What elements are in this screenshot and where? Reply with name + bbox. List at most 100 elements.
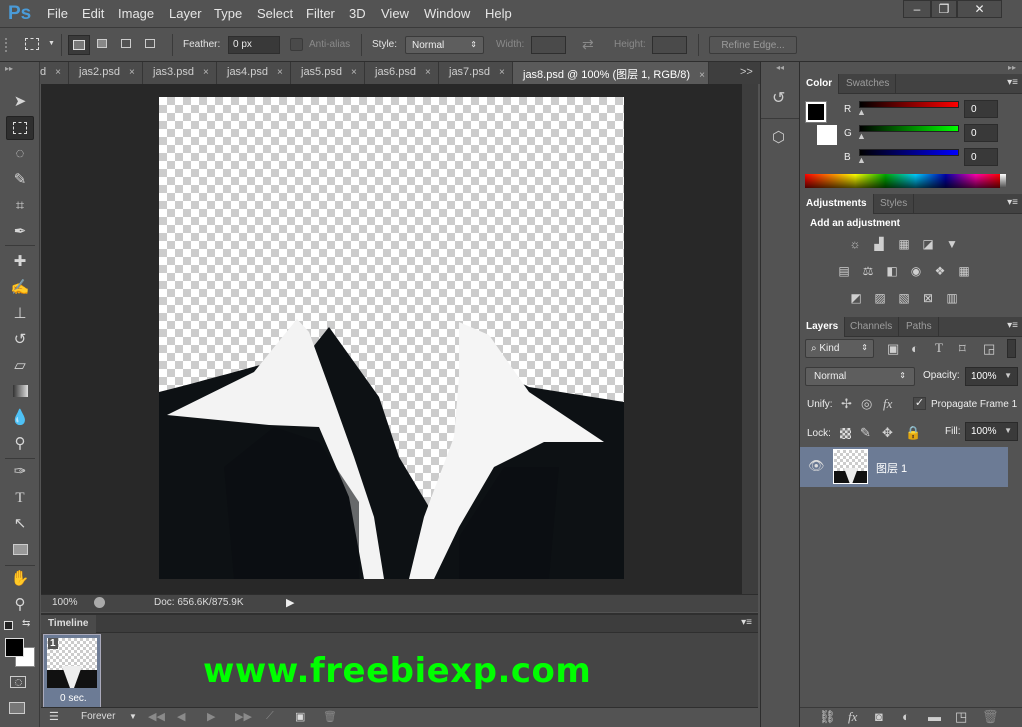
menu-file[interactable]: File xyxy=(47,6,68,21)
tab-doc-1[interactable]: d × xyxy=(40,62,69,84)
collapse-icon[interactable]: ▸▸ xyxy=(5,64,13,73)
menu-edit[interactable]: Edit xyxy=(82,6,104,21)
gradient-map-icon[interactable]: ⊠ xyxy=(920,291,936,305)
move-tool-icon[interactable]: ➤ xyxy=(6,90,34,114)
screen-mode-icon[interactable] xyxy=(9,702,25,714)
healing-brush-tool-icon[interactable]: ✚ xyxy=(6,250,34,274)
rect-marquee-tool-icon[interactable] xyxy=(6,116,34,140)
layer-style-icon[interactable]: fx xyxy=(848,709,857,725)
eyedropper-tool-icon[interactable]: ✒ xyxy=(6,220,34,244)
panel-menu-icon[interactable]: ▾≡ xyxy=(1007,77,1018,88)
3d-panel-icon[interactable]: ⬡ xyxy=(772,128,785,146)
crop-tool-icon[interactable]: ⌗ xyxy=(6,194,34,218)
swap-icon[interactable]: ⇄ xyxy=(582,36,594,53)
tab-color[interactable]: Color xyxy=(800,74,840,94)
slider-thumb-icon[interactable]: ▲ xyxy=(857,155,866,165)
menu-window[interactable]: Window xyxy=(424,6,470,21)
tab-jas6[interactable]: jas6.psd × xyxy=(365,62,439,84)
brush-tool-icon[interactable]: ✍ xyxy=(6,276,34,300)
expand-panels-icon[interactable]: ▸▸ xyxy=(1008,63,1016,72)
b-slider[interactable] xyxy=(859,149,959,156)
menu-layer[interactable]: Layer xyxy=(169,6,202,21)
layer-name[interactable]: 图层 1 xyxy=(876,460,907,476)
menu-select[interactable]: Select xyxy=(257,6,293,21)
fill-input[interactable]: 100% ▼ xyxy=(965,422,1018,441)
intersect-selection-icon[interactable] xyxy=(145,39,155,48)
tab-channels[interactable]: Channels xyxy=(844,317,900,337)
posterize-icon[interactable]: ▨ xyxy=(872,291,888,305)
clone-stamp-tool-icon[interactable]: ⊥ xyxy=(6,302,34,326)
tween-icon[interactable]: ⟋ xyxy=(266,710,274,723)
close-tab-icon[interactable]: × xyxy=(425,67,431,78)
menu-view[interactable]: View xyxy=(381,6,409,21)
minimize-button[interactable]: – xyxy=(903,0,931,18)
threshold-icon[interactable]: ▧ xyxy=(896,291,912,305)
quick-mask-icon[interactable] xyxy=(10,676,26,688)
close-tab-icon[interactable]: × xyxy=(277,67,283,78)
add-to-selection-icon[interactable] xyxy=(97,39,107,48)
layer-filter-select[interactable]: ⌕ Kind ⇕ xyxy=(805,339,874,358)
color-lookup-icon[interactable]: ▦ xyxy=(956,264,972,278)
anti-alias-checkbox[interactable] xyxy=(290,38,303,51)
prev-frame-icon[interactable]: ◀ xyxy=(177,710,185,723)
close-tab-icon[interactable]: × xyxy=(351,67,357,78)
close-tab-icon[interactable]: × xyxy=(499,67,505,78)
unify-visibility-icon[interactable]: ◎ xyxy=(861,396,872,412)
blur-tool-icon[interactable]: 💧 xyxy=(6,406,34,430)
swap-colors-icon[interactable]: ⇆ xyxy=(22,618,30,629)
tab-jas7[interactable]: jas7.psd × xyxy=(439,62,513,84)
default-colors-icon[interactable] xyxy=(4,621,13,630)
close-tab-icon[interactable]: × xyxy=(129,67,135,78)
hand-tool-icon[interactable]: ✋ xyxy=(6,567,34,591)
first-frame-icon[interactable]: ◀◀ xyxy=(148,710,165,723)
pixel-filter-icon[interactable]: ▣ xyxy=(887,341,899,357)
b-value[interactable]: 0 xyxy=(964,148,998,166)
zoom-tool-icon[interactable]: ⚲ xyxy=(6,593,34,617)
levels-icon[interactable]: ▟ xyxy=(871,237,887,251)
close-tab-icon[interactable]: × xyxy=(55,67,61,78)
type-filter-icon[interactable]: T xyxy=(935,340,943,356)
vertical-scrollbar[interactable] xyxy=(742,84,758,594)
tab-jas5[interactable]: jas5.psd × xyxy=(291,62,365,84)
color-balance-icon[interactable]: ⚖ xyxy=(860,264,876,278)
invert-icon[interactable]: ◩ xyxy=(848,291,864,305)
menu-type[interactable]: Type xyxy=(214,6,242,21)
opacity-input[interactable]: 100% ▼ xyxy=(965,367,1018,386)
refine-edge-button[interactable]: Refine Edge... xyxy=(709,36,797,54)
shape-filter-icon[interactable]: ⌑ xyxy=(959,341,966,357)
delete-layer-icon[interactable]: 🗑 xyxy=(982,709,999,725)
path-selection-tool-icon[interactable]: ↖ xyxy=(6,512,34,536)
tab-layers[interactable]: Layers xyxy=(800,317,846,337)
frame-delay[interactable]: 0 sec. xyxy=(60,693,87,704)
slider-thumb-icon[interactable]: ▲ xyxy=(857,131,866,141)
play-icon[interactable]: ▶ xyxy=(207,710,215,723)
feather-input[interactable]: 0 px xyxy=(228,36,280,54)
foreground-color-swatch[interactable] xyxy=(5,638,24,657)
tab-jas2[interactable]: jas2.psd × xyxy=(69,62,143,84)
hue-saturation-icon[interactable]: ▤ xyxy=(836,264,852,278)
menu-3d[interactable]: 3D xyxy=(349,6,366,21)
menu-filter[interactable]: Filter xyxy=(306,6,335,21)
zoom-level[interactable]: 100% xyxy=(52,597,78,608)
menu-help[interactable]: Help xyxy=(485,6,512,21)
chevron-down-icon[interactable]: ▼ xyxy=(129,712,137,721)
rectangle-tool-icon[interactable] xyxy=(6,538,34,562)
lasso-tool-icon[interactable]: ◌ xyxy=(6,142,34,166)
status-menu-arrow-icon[interactable]: ▶ xyxy=(286,596,294,609)
rect-marquee-preset-icon[interactable] xyxy=(25,38,39,50)
filter-toggle[interactable] xyxy=(1007,339,1016,358)
slider-thumb-icon[interactable]: ▲ xyxy=(857,107,866,117)
chevron-down-icon[interactable]: ▼ xyxy=(48,40,55,47)
timeline-tab[interactable]: Timeline xyxy=(41,615,96,633)
background-color-swatch[interactable] xyxy=(817,125,837,145)
visibility-eye-icon[interactable]: 👁 xyxy=(808,458,825,474)
lock-pixels-icon[interactable]: ✎ xyxy=(860,425,871,441)
propagate-checkbox[interactable]: ✓ xyxy=(913,397,926,410)
history-panel-icon[interactable]: ↺ xyxy=(772,88,785,108)
lock-transparent-icon[interactable] xyxy=(840,428,851,439)
color-ramp[interactable] xyxy=(805,174,1006,188)
brightness-contrast-icon[interactable]: ☼ xyxy=(847,237,863,251)
tab-paths[interactable]: Paths xyxy=(900,317,939,337)
adjustment-filter-icon[interactable]: ◐ xyxy=(911,341,919,356)
unify-style-icon[interactable]: fx xyxy=(883,396,892,412)
